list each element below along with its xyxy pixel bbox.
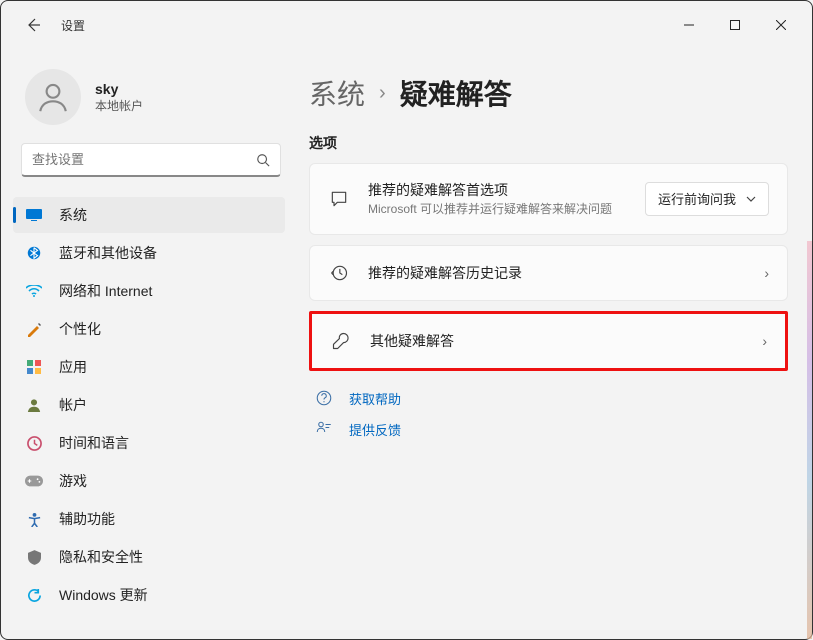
- wallpaper-edge: [807, 241, 812, 639]
- maximize-button[interactable]: [712, 9, 758, 41]
- profile-block[interactable]: sky 本地帐户: [1, 61, 301, 143]
- sidebar: sky 本地帐户 系统蓝牙和其他设备网络和 Internet 个性化应用帐户时间和…: [1, 49, 301, 639]
- sidebar-item-label: Windows 更新: [59, 585, 148, 605]
- search-box[interactable]: [21, 143, 281, 177]
- sidebar-item-label: 网络和 Internet: [59, 281, 152, 301]
- breadcrumb-parent[interactable]: 系统: [309, 73, 365, 113]
- card-body: 其他疑难解答: [370, 331, 744, 351]
- sidebar-item-5[interactable]: 帐户: [13, 387, 285, 423]
- privacy-icon: [25, 548, 43, 566]
- sidebar-item-label: 隐私和安全性: [59, 547, 143, 567]
- wifi-icon: [25, 282, 43, 300]
- section-label: 选项: [309, 133, 788, 153]
- search-icon: [256, 153, 270, 167]
- nav-list: 系统蓝牙和其他设备网络和 Internet 个性化应用帐户时间和语言游戏辅助功能隐…: [1, 195, 301, 639]
- sidebar-item-label: 蓝牙和其他设备: [59, 243, 157, 263]
- close-button[interactable]: [758, 9, 804, 41]
- minimize-button[interactable]: [666, 9, 712, 41]
- dropdown-label: 运行前询问我: [658, 189, 736, 208]
- personalize-icon: [25, 320, 43, 338]
- sidebar-item-4[interactable]: 应用: [13, 349, 285, 385]
- chat-icon: [328, 188, 350, 210]
- card-troubleshoot-history[interactable]: 推荐的疑难解答历史记录 ›: [309, 245, 788, 301]
- bluetooth-icon: [25, 244, 43, 262]
- card-body: 推荐的疑难解答历史记录: [368, 263, 746, 283]
- back-button[interactable]: [17, 9, 49, 41]
- search-input[interactable]: [32, 152, 256, 167]
- accessibility-icon: [25, 510, 43, 528]
- help-icon: [313, 389, 335, 407]
- preference-dropdown[interactable]: 运行前询问我: [645, 182, 769, 216]
- minimize-icon: [684, 20, 694, 30]
- card-title: 推荐的疑难解答历史记录: [368, 263, 746, 283]
- card-title: 其他疑难解答: [370, 331, 744, 351]
- sidebar-item-7[interactable]: 游戏: [13, 463, 285, 499]
- sidebar-item-label: 时间和语言: [59, 433, 129, 453]
- chevron-right-icon: ›: [762, 333, 767, 349]
- account-icon: [25, 396, 43, 414]
- card-other-troubleshooters[interactable]: 其他疑难解答 ›: [309, 311, 788, 371]
- link-feedback: 提供反馈: [313, 420, 788, 439]
- sidebar-item-label: 游戏: [59, 471, 87, 491]
- profile-text: sky 本地帐户: [95, 81, 143, 114]
- link-get-help: 获取帮助: [313, 389, 788, 408]
- sidebar-item-1[interactable]: 蓝牙和其他设备: [13, 235, 285, 271]
- chevron-down-icon: [746, 194, 756, 204]
- sidebar-item-9[interactable]: 隐私和安全性: [13, 539, 285, 575]
- sidebar-item-label: 个性化: [59, 319, 101, 339]
- maximize-icon: [730, 20, 740, 30]
- main-content: 系统 › 疑难解答 选项 推荐的疑难解答首选项 Microsoft 可以推荐并运…: [301, 49, 812, 639]
- chevron-right-icon: ›: [379, 82, 386, 105]
- gaming-icon: [25, 472, 43, 490]
- profile-sub: 本地帐户: [95, 97, 143, 114]
- avatar: [25, 69, 81, 125]
- help-links: 获取帮助 提供反馈: [309, 389, 788, 439]
- time-icon: [25, 434, 43, 452]
- sidebar-item-6[interactable]: 时间和语言: [13, 425, 285, 461]
- breadcrumb: 系统 › 疑难解答: [309, 73, 788, 113]
- chevron-right-icon: ›: [764, 265, 769, 281]
- card-body: 推荐的疑难解答首选项 Microsoft 可以推荐并运行疑难解答来解决问题: [368, 180, 627, 218]
- link-feedback[interactable]: 提供反馈: [349, 420, 401, 439]
- breadcrumb-current: 疑难解答: [400, 73, 512, 113]
- person-icon: [36, 80, 70, 114]
- sidebar-item-8[interactable]: 辅助功能: [13, 501, 285, 537]
- sidebar-item-label: 辅助功能: [59, 509, 115, 529]
- update-icon: [25, 586, 43, 604]
- sidebar-item-3[interactable]: 个性化: [13, 311, 285, 347]
- app-title: 设置: [61, 17, 85, 34]
- sidebar-item-10[interactable]: Windows 更新: [13, 577, 285, 613]
- card-sub: Microsoft 可以推荐并运行疑难解答来解决问题: [368, 202, 627, 218]
- sidebar-item-label: 系统: [59, 205, 87, 225]
- feedback-icon: [313, 420, 335, 438]
- card-title: 推荐的疑难解答首选项: [368, 180, 627, 200]
- sidebar-item-2[interactable]: 网络和 Internet: [13, 273, 285, 309]
- system-icon: [25, 206, 43, 224]
- apps-icon: [25, 358, 43, 376]
- profile-name: sky: [95, 81, 143, 97]
- link-help[interactable]: 获取帮助: [349, 389, 401, 408]
- sidebar-item-0[interactable]: 系统: [13, 197, 285, 233]
- window-controls: [666, 9, 804, 41]
- close-icon: [776, 20, 786, 30]
- card-troubleshoot-preferences[interactable]: 推荐的疑难解答首选项 Microsoft 可以推荐并运行疑难解答来解决问题 运行…: [309, 163, 788, 235]
- wrench-icon: [330, 330, 352, 352]
- titlebar: 设置: [1, 1, 812, 49]
- history-icon: [328, 262, 350, 284]
- sidebar-item-label: 应用: [59, 357, 87, 377]
- sidebar-item-label: 帐户: [59, 395, 87, 415]
- arrow-left-icon: [25, 17, 41, 33]
